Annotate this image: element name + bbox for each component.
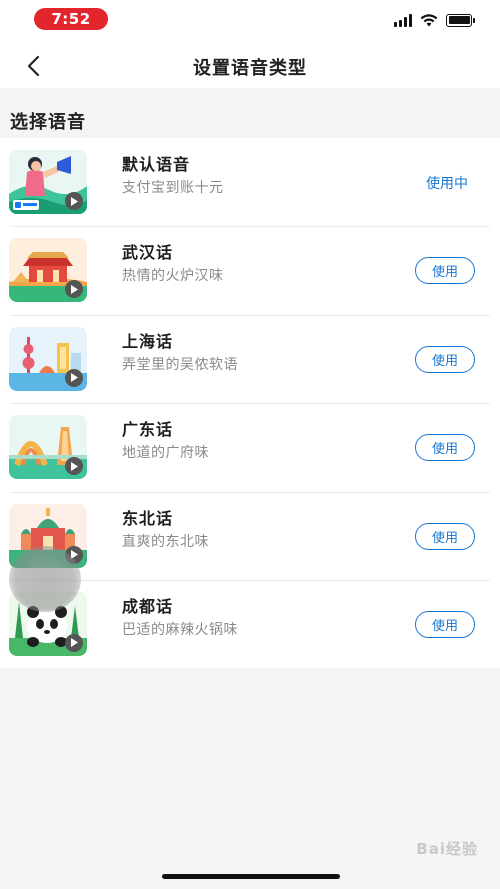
nav-header: 设置语音类型 — [0, 44, 500, 88]
voice-name: 东北话 — [122, 508, 174, 528]
status-icons — [394, 12, 475, 28]
wuhan-voice-thumbnail — [9, 238, 87, 303]
cantonese-voice-thumbnail — [9, 415, 87, 480]
status-bar: 7:52 — [0, 0, 500, 44]
use-button[interactable]: 使用 — [415, 522, 475, 550]
use-button[interactable]: 使用 — [415, 257, 475, 285]
in-use-label: 使用中 — [426, 176, 468, 192]
status-time: 7:52 — [34, 8, 108, 30]
voice-name: 广东话 — [122, 420, 174, 440]
voice-description: 地道的广府味 — [122, 445, 209, 462]
use-button[interactable]: 使用 — [415, 434, 475, 462]
play-icon[interactable] — [65, 633, 83, 652]
voice-description: 直爽的东北味 — [122, 533, 209, 550]
page-title: 设置语音类型 — [193, 58, 307, 79]
default-voice-thumbnail — [9, 150, 87, 214]
signal-icon — [394, 13, 412, 27]
battery-icon — [446, 13, 475, 27]
touch-indicator — [9, 546, 81, 612]
home-indicator[interactable] — [162, 874, 340, 879]
section-title: 选择语音 — [10, 112, 86, 133]
voice-name: 上海话 — [122, 331, 174, 351]
voice-description: 弄堂里的吴侬软语 — [122, 356, 238, 373]
watermark: Bai经验 — [416, 840, 478, 858]
voice-name: 武汉话 — [122, 243, 174, 263]
voice-item-shanghai[interactable]: 上海话 弄堂里的吴侬软语 使用 — [0, 314, 500, 403]
use-button[interactable]: 使用 — [415, 610, 475, 638]
voice-item-cantonese[interactable]: 广东话 地道的广府味 使用 — [0, 403, 500, 491]
wifi-icon — [420, 13, 438, 26]
voice-description: 热情的火炉汉味 — [122, 268, 224, 285]
play-icon[interactable] — [65, 192, 83, 210]
use-button[interactable]: 使用 — [415, 345, 475, 373]
voice-name: 成都话 — [122, 596, 174, 616]
voice-item-default[interactable]: 默认语音 支付宝到账十元 使用中 — [0, 138, 500, 226]
voice-name: 默认语音 — [122, 155, 191, 174]
voice-description: 巴适的麻辣火锅味 — [122, 621, 238, 638]
play-icon[interactable] — [65, 368, 83, 387]
voice-item-wuhan[interactable]: 武汉话 热情的火炉汉味 使用 — [0, 226, 500, 314]
shanghai-voice-thumbnail — [9, 326, 87, 391]
voice-description: 支付宝到账十元 — [122, 180, 224, 196]
